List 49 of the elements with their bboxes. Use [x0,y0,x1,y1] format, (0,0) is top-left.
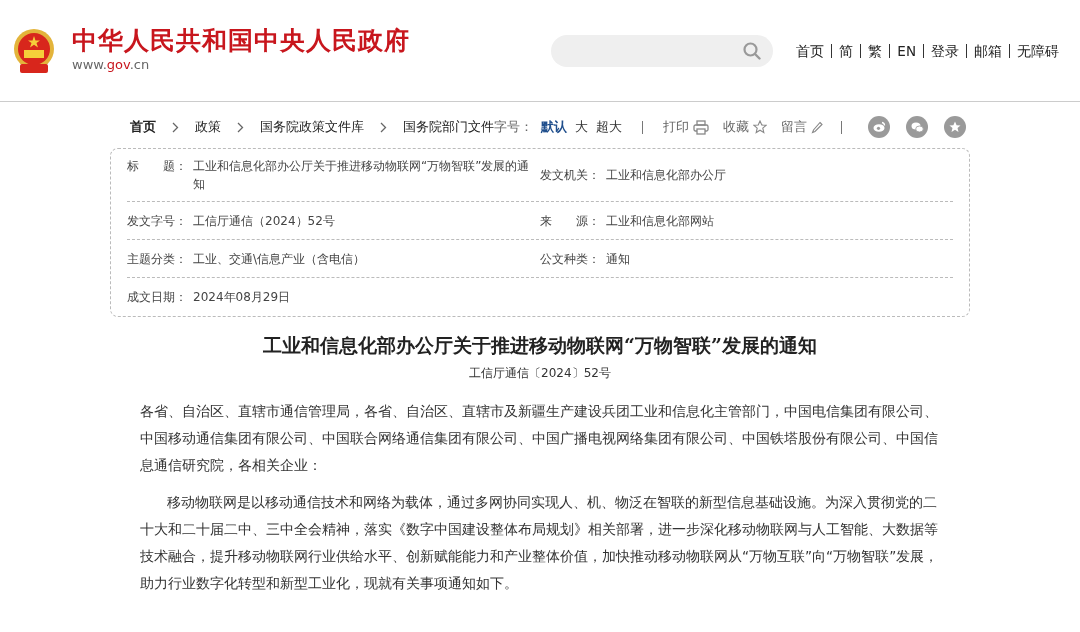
chevron-icon [380,121,387,133]
paragraph: 各省、自治区、直辖市通信管理局，各省、自治区、直辖市及新疆生产建设兵团工业和信息化主管部门，中国电信集团有限公司、中国移动通信集团有限公司、中国联合网络通信集团有限公司、中国广播电视网络集团有限公司、中国铁塔股份有限公司、中国信息通信研究院，各相关企业： [140,401,939,475]
breadcrumb-link[interactable]: 首页 [130,117,156,137]
field-value: 工业和信息化部办公厅关于推进移动物联网“万物智联”发展的通知 [193,158,530,193]
nav-link-item[interactable]: 首页 [789,43,832,58]
pencil-icon [811,120,823,134]
emblem-icon [12,27,56,74]
chevron-icon [172,121,179,133]
nav-link-item[interactable]: 简 [832,43,861,58]
search-field[interactable] [551,34,774,67]
font-size-option[interactable]: 默认 [541,117,567,137]
font-size-option[interactable]: 大 [575,117,588,137]
field-value: 工业、交通\信息产业（含电信） [193,250,366,268]
field-value: 工信厅通信（2024）52号 [193,212,335,230]
nav-link-item[interactable]: 无障碍 [1010,43,1066,58]
site-title: 中华人民共和国中央人民政府 [72,27,410,55]
field-value: 工业和信息化部网站 [606,212,714,230]
breadcrumb-link[interactable]: 政策 [195,117,221,137]
weibo-icon[interactable] [868,116,890,138]
field-label: 成文日期： [127,289,188,306]
star-icon [753,120,767,134]
tool-link[interactable]: 打印 [663,117,709,137]
field-value: 工业和信息化部办公厅 [606,167,726,184]
field-label: 来 源： [540,212,601,230]
nav-link-item[interactable]: EN [890,43,923,58]
nav-link-item[interactable]: 繁 [861,43,890,58]
printer-icon [693,119,709,135]
document-number: 工信厅通信〔2024〕52号 [468,364,612,382]
field-label: 主题分类： [127,250,188,268]
breadcrumb-link[interactable]: 国务院政策文件库 [260,117,364,137]
site-url[interactable]: www.gov.cn [72,54,410,74]
breadcrumb-link[interactable]: 国务院部门文件 [403,117,494,137]
tool-link[interactable]: 收藏 [723,117,767,137]
paragraph: 移动物联网是以移动通信技术和网络为载体，通过多网协同实现人、机、物泛在智联的新型信息基础设施。为深入贯彻党的二十大和二十届二中、三中全会精神，落实《数字中国建设整体布局规划》相关部署，进一步深化移动物联网与人工智能、大数据等技术融合，提升移动物联网行业供给水平、创新赋能能力和产业整体价值，加快推动移动物联网从“万物互联”向“万物智联”发展，助力行业数字化转型和新型工业化，现就有关事项通知如下。 [140,492,940,593]
field-value: 2024年08月29日 [193,289,291,306]
tool-link[interactable]: 留言 [781,117,823,137]
font-size-label: 字号： [494,118,533,137]
field-label: 发文机关： [540,167,601,184]
font-size-option[interactable]: 超大 [596,117,622,137]
field-label: 标 题： [127,158,188,175]
article-title: 工业和信息化部办公厅关于推进移动物联网“万物智联”发展的通知 [262,333,818,358]
field-label: 公文种类： [540,250,601,268]
search-icon[interactable] [743,41,762,60]
nav-link-item[interactable]: 邮箱 [967,43,1009,58]
wechat-icon[interactable] [906,116,928,138]
nav-link-item[interactable]: 登录 [924,43,966,58]
field-value: 通知 [606,250,630,268]
field-label: 发文字号： [127,212,188,230]
chevron-icon [237,121,244,133]
